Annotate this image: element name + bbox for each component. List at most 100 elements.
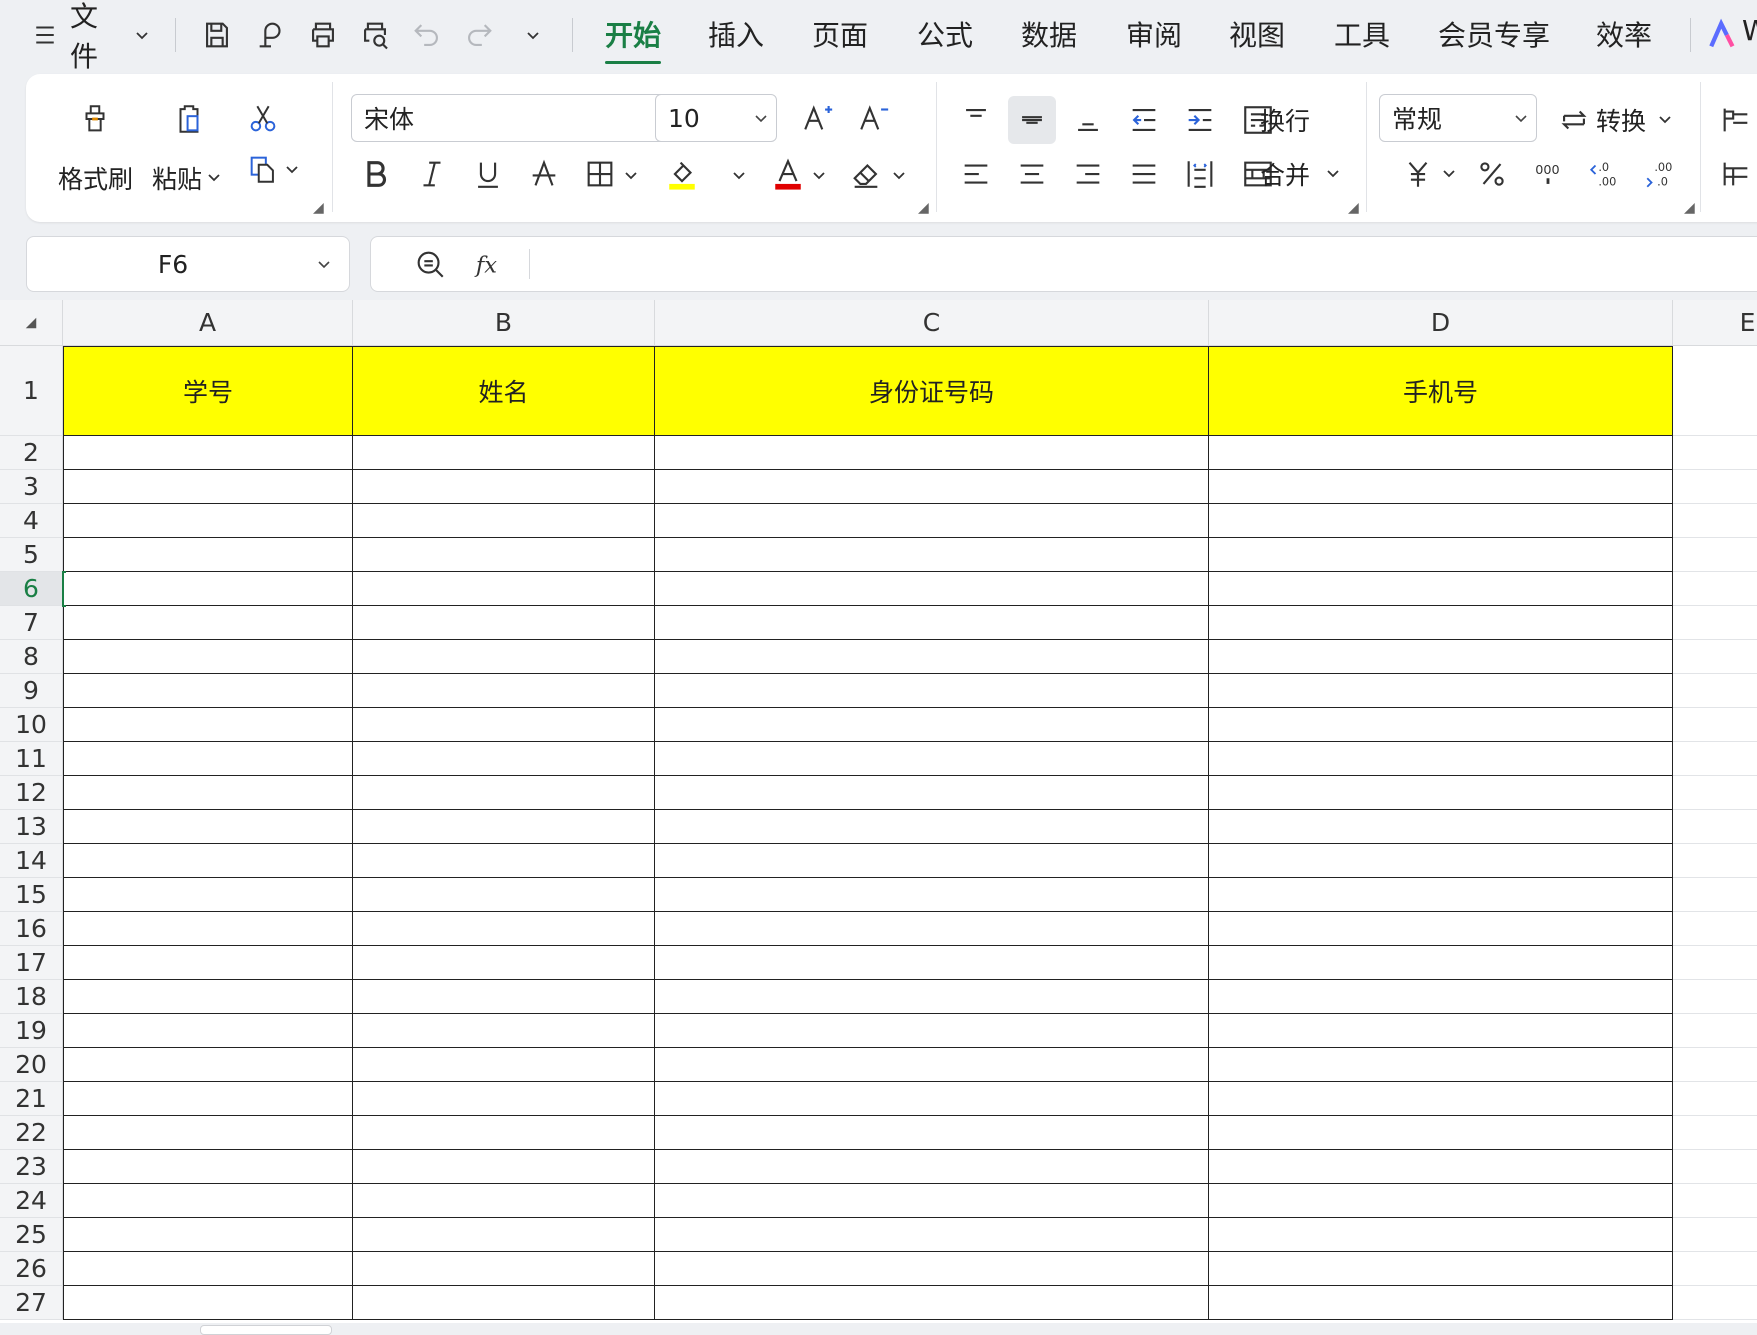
chevron-down-icon[interactable] — [299, 256, 349, 272]
increase-decimal-icon[interactable]: .0.00 — [1582, 150, 1626, 198]
row-header[interactable]: 20 — [0, 1048, 63, 1082]
zoom-formula-icon[interactable] — [411, 245, 449, 283]
cell-a24[interactable] — [63, 1184, 353, 1218]
cell-d2[interactable] — [1209, 436, 1673, 470]
cell-a25[interactable] — [63, 1218, 353, 1252]
row-header[interactable]: 22 — [0, 1116, 63, 1150]
strikethrough-icon[interactable] — [522, 152, 566, 196]
cell-b9[interactable] — [353, 674, 655, 708]
table-style-icon[interactable] — [1716, 150, 1756, 198]
cell-b25[interactable] — [353, 1218, 655, 1252]
cell-a15[interactable] — [63, 878, 353, 912]
cell-c16[interactable] — [655, 912, 1209, 946]
cell-c9[interactable] — [655, 674, 1209, 708]
tab-data[interactable]: 数据 — [1021, 14, 1077, 54]
cell-d24[interactable] — [1209, 1184, 1673, 1218]
increase-font-size-icon[interactable] — [796, 96, 840, 140]
cell-a9[interactable] — [63, 674, 353, 708]
align-middle-icon[interactable] — [1008, 96, 1056, 144]
cell-b14[interactable] — [353, 844, 655, 878]
cell-c14[interactable] — [655, 844, 1209, 878]
cell-e4[interactable] — [1673, 504, 1757, 538]
cell-e15[interactable] — [1673, 878, 1757, 912]
cell-c12[interactable] — [655, 776, 1209, 810]
row-header[interactable]: 16 — [0, 912, 63, 946]
font-launcher-icon[interactable]: ◢ — [918, 200, 929, 216]
cell-d18[interactable] — [1209, 980, 1673, 1014]
wrap-text-label[interactable]: 换行 — [1260, 102, 1310, 138]
cell-b5[interactable] — [353, 538, 655, 572]
row-header[interactable]: 25 — [0, 1218, 63, 1252]
percent-icon[interactable] — [1470, 150, 1514, 198]
conditional-format-icon[interactable] — [1716, 96, 1756, 144]
cell-b20[interactable] — [353, 1048, 655, 1082]
column-header-d[interactable]: D — [1209, 300, 1673, 346]
cell-d11[interactable] — [1209, 742, 1673, 776]
cell-e2[interactable] — [1673, 436, 1757, 470]
cell-b19[interactable] — [353, 1014, 655, 1048]
underline-icon[interactable] — [466, 152, 510, 196]
cell-a20[interactable] — [63, 1048, 353, 1082]
cell-d20[interactable] — [1209, 1048, 1673, 1082]
cell-d14[interactable] — [1209, 844, 1673, 878]
cell-d8[interactable] — [1209, 640, 1673, 674]
row-header[interactable]: 24 — [0, 1184, 63, 1218]
cell-e26[interactable] — [1673, 1252, 1757, 1286]
cell-a26[interactable] — [63, 1252, 353, 1286]
cell-d9[interactable] — [1209, 674, 1673, 708]
number-format-combo[interactable]: 常规 — [1379, 94, 1537, 142]
font-color-icon[interactable] — [766, 152, 810, 196]
row-header[interactable]: 26 — [0, 1252, 63, 1286]
cell-b21[interactable] — [353, 1082, 655, 1116]
cell-e8[interactable] — [1673, 640, 1757, 674]
file-menu-label[interactable]: 文件 — [70, 0, 122, 73]
thousands-separator-icon[interactable]: 000 — [1526, 150, 1570, 198]
cell-d7[interactable] — [1209, 606, 1673, 640]
cell-b22[interactable] — [353, 1116, 655, 1150]
cell-e14[interactable] — [1673, 844, 1757, 878]
cell-e16[interactable] — [1673, 912, 1757, 946]
column-header-c[interactable]: C — [655, 300, 1209, 346]
cell-a11[interactable] — [63, 742, 353, 776]
chevron-down-icon[interactable] — [746, 110, 776, 126]
cell-b17[interactable] — [353, 946, 655, 980]
cell-b23[interactable] — [353, 1150, 655, 1184]
cell-d3[interactable] — [1209, 470, 1673, 504]
insert-function-icon[interactable]: fx — [471, 245, 509, 283]
cell-e1[interactable] — [1673, 346, 1757, 436]
cell-e17[interactable] — [1673, 946, 1757, 980]
row-header[interactable]: 21 — [0, 1082, 63, 1116]
row-header[interactable]: 5 — [0, 538, 63, 572]
cell-e6[interactable] — [1673, 572, 1757, 606]
align-right-icon[interactable] — [1064, 150, 1112, 198]
cell-e18[interactable] — [1673, 980, 1757, 1014]
fill-color-icon[interactable] — [660, 152, 704, 196]
alignment-launcher-icon[interactable]: ◢ — [1348, 200, 1359, 216]
cell-b18[interactable] — [353, 980, 655, 1014]
ai-label[interactable]: W — [1742, 14, 1757, 47]
column-header-a[interactable]: A — [63, 300, 353, 346]
cell-d10[interactable] — [1209, 708, 1673, 742]
fill-color-chevron-icon[interactable] — [730, 164, 748, 186]
clear-format-eraser-icon[interactable] — [844, 152, 888, 196]
cell-b16[interactable] — [353, 912, 655, 946]
row-header[interactable]: 6 — [0, 572, 63, 606]
cell-d27[interactable] — [1209, 1286, 1673, 1320]
copy-options-chevron-icon[interactable] — [282, 154, 302, 184]
tab-tools[interactable]: 工具 — [1334, 14, 1390, 54]
cell-e21[interactable] — [1673, 1082, 1757, 1116]
cell-c7[interactable] — [655, 606, 1209, 640]
cell-d12[interactable] — [1209, 776, 1673, 810]
row-header[interactable]: 1 — [0, 346, 63, 436]
distributed-align-icon[interactable] — [1176, 150, 1224, 198]
cell-a10[interactable] — [63, 708, 353, 742]
quick-access-more-icon[interactable] — [520, 10, 546, 60]
cell-d13[interactable] — [1209, 810, 1673, 844]
number-launcher-icon[interactable]: ◢ — [1684, 200, 1695, 216]
cell-a12[interactable] — [63, 776, 353, 810]
cell-b26[interactable] — [353, 1252, 655, 1286]
header-cell-a[interactable]: 学号 — [63, 346, 353, 436]
formula-bar[interactable]: fx — [370, 236, 1757, 292]
cell-e27[interactable] — [1673, 1286, 1757, 1320]
cell-e12[interactable] — [1673, 776, 1757, 810]
